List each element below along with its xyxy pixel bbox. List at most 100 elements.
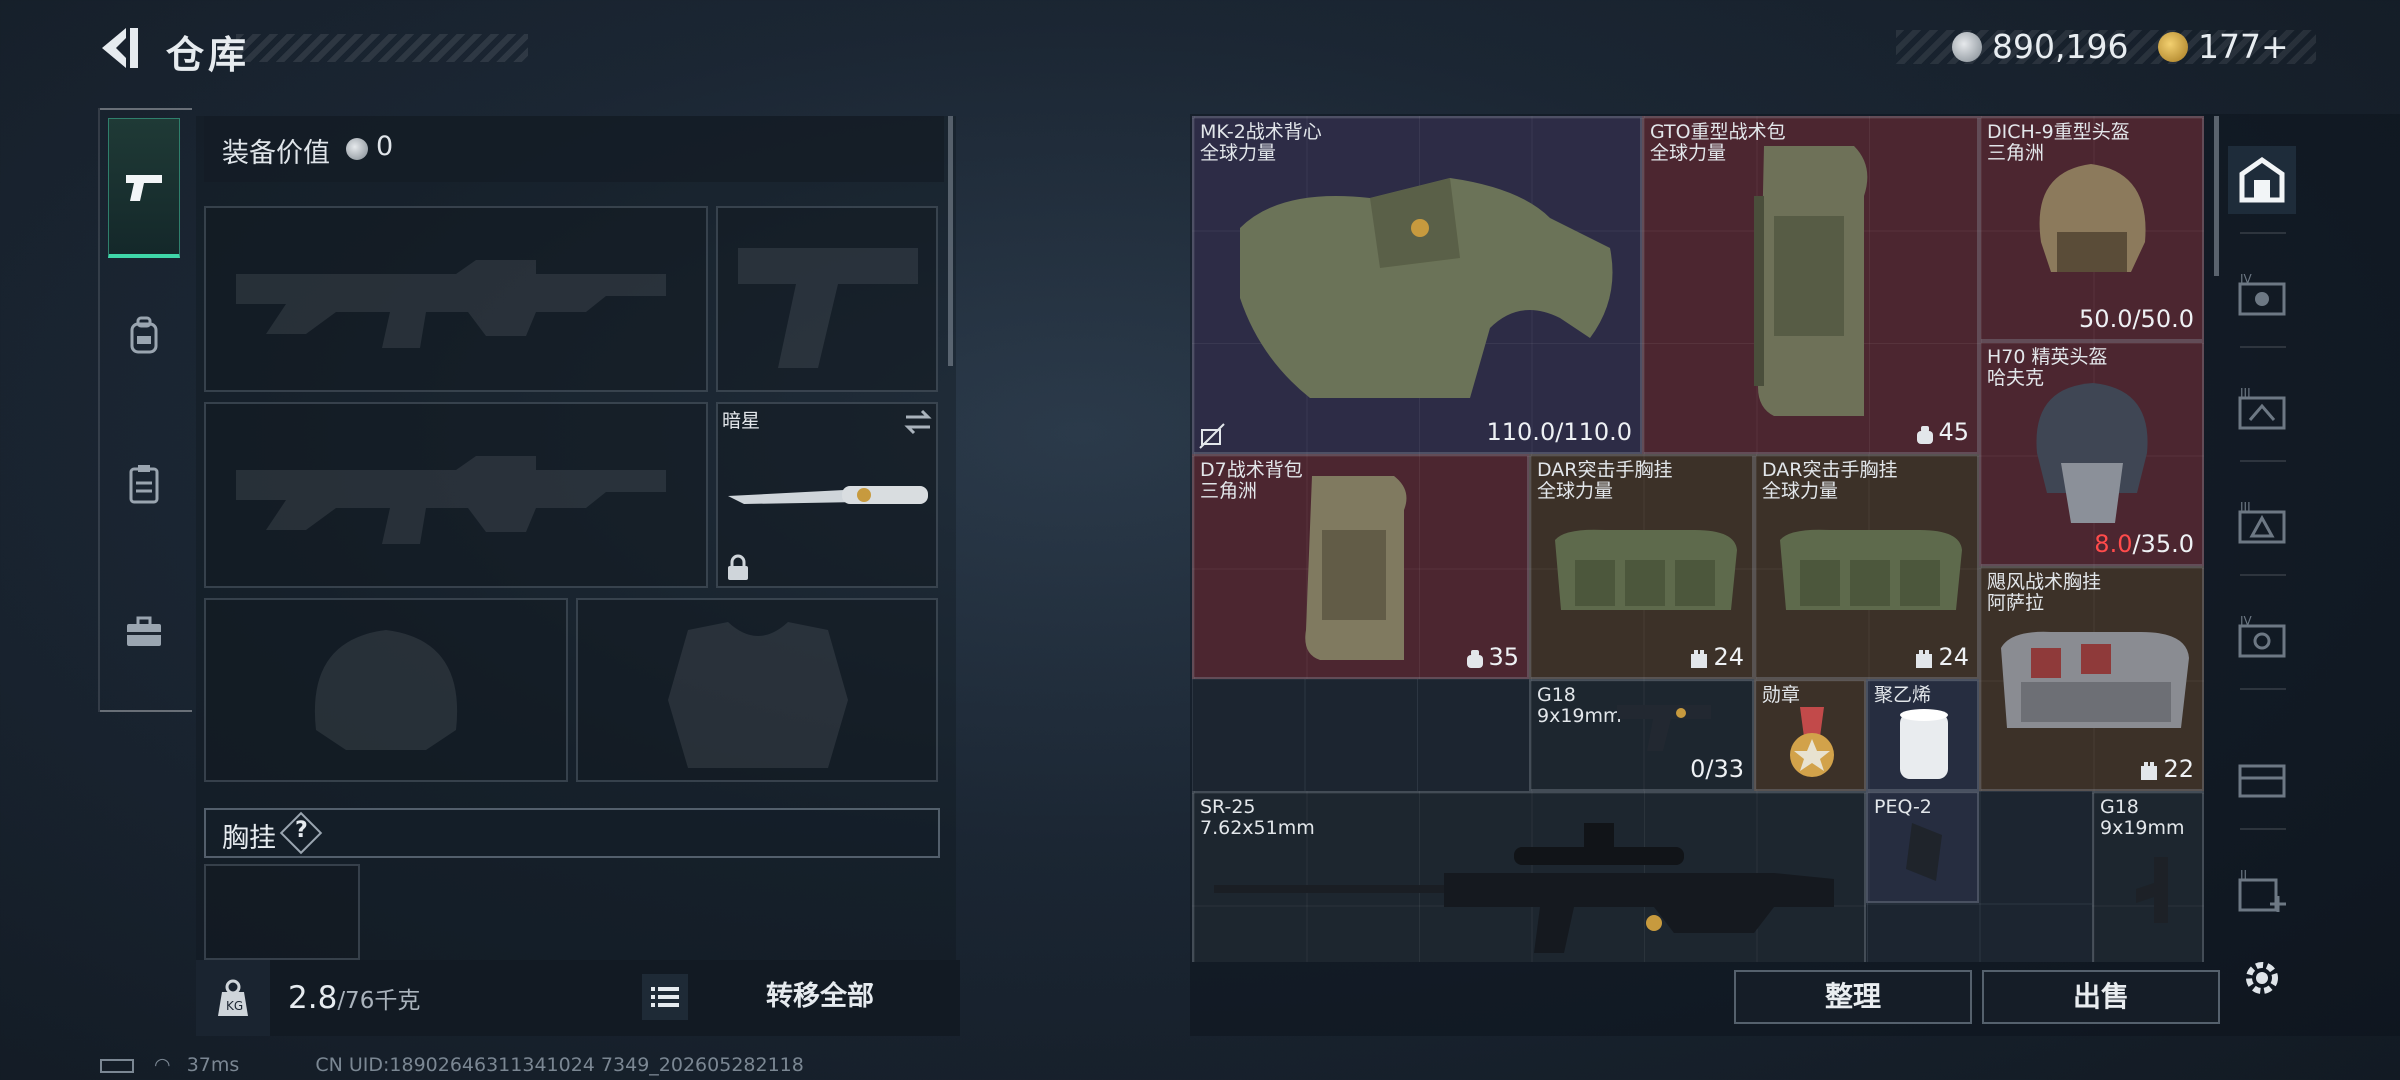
backpack-item-icon [1754, 146, 1868, 416]
grid-item-chest-rig[interactable]: DAR突击手胸挂 全球力量 24 [1754, 454, 1979, 679]
wifi-icon: ◠ [154, 1054, 171, 1076]
grid-item-vest[interactable]: MK-2战术背心 全球力量 110.0/110.0 [1192, 116, 1642, 454]
item-name: DAR突击手胸挂 [1762, 459, 1898, 481]
item-durability: 110.0/110.0 [1486, 418, 1633, 446]
chest-rig-label: 胸挂 [222, 823, 276, 854]
pistol-item-icon [1617, 705, 1711, 751]
storage-box-icon: IV [2238, 274, 2286, 316]
svg-text:IV: IV [2240, 274, 2253, 286]
sort-button[interactable]: 整理 [1734, 970, 1972, 1024]
storage-box-icon: IV [2238, 616, 2286, 658]
grid-item-backpack[interactable]: D7战术背包 三角洲 35 [1192, 454, 1529, 679]
back-arrow-icon [102, 28, 138, 68]
silver-coin-icon [1952, 32, 1982, 62]
rail-divider [2240, 574, 2286, 576]
transfer-all-button[interactable]: 转移全部 [730, 974, 910, 1020]
helmet-item-icon [2036, 383, 2148, 523]
list-view-button[interactable] [642, 974, 688, 1020]
silver-amount: 890,196 [1992, 27, 2129, 66]
equipment-value-label: 装备价值 [222, 138, 330, 169]
svg-text:III: III [2240, 388, 2251, 400]
item-capacity: 45 [1938, 418, 1969, 446]
item-source: 9x19mm [2100, 817, 2185, 839]
storage-box-icon: III [2238, 388, 2286, 430]
tab-case[interactable] [108, 562, 180, 702]
item-source: 全球力量 [1762, 480, 1839, 502]
item-durability: 50.0/50.0 [2079, 305, 2194, 333]
helmet-slot[interactable] [204, 598, 568, 782]
capacity-icon [1691, 650, 1707, 668]
melee-item-name: 暗星 [722, 410, 761, 432]
item-ammo: 0/33 [1690, 755, 1744, 783]
swap-icon[interactable] [902, 408, 934, 436]
item-source: 全球力量 [1537, 480, 1614, 502]
gold-amount[interactable]: 177+ [2198, 27, 2289, 66]
sell-button[interactable]: 出售 [1982, 970, 2220, 1024]
chest-rig-slot[interactable] [204, 864, 360, 960]
helmet-silhouette-icon [314, 630, 458, 750]
item-name: MK-2战术背心 [1200, 121, 1322, 143]
value-coin-icon [346, 138, 368, 160]
chest-rig-item-icon [1555, 529, 1737, 610]
armor-slot[interactable] [576, 598, 938, 782]
settings-button[interactable] [2228, 944, 2296, 1012]
item-source: 阿萨拉 [1987, 592, 2045, 614]
grid-item-medal[interactable]: 勋章 [1754, 679, 1866, 791]
clipboard-icon [129, 465, 159, 504]
category-warehouse-3b[interactable]: III [2228, 490, 2296, 558]
status-bar: ◠ 37ms CN UID:18902646311341024 7349_202… [100, 1054, 804, 1076]
grid-item-rifle[interactable]: SR-25 7.62x51mm [1192, 791, 1866, 962]
backpack-item-icon [1305, 476, 1407, 660]
grid-item-laser-module[interactable]: PEQ-2 [1866, 791, 1979, 903]
category-warehouse-4b[interactable]: IV [2228, 604, 2296, 672]
back-button[interactable] [96, 22, 144, 74]
item-name: DAR突击手胸挂 [1537, 459, 1673, 481]
add-storage-icon: II [2238, 870, 2286, 912]
grid-item-helmet-dich9[interactable]: DICH-9重型头盔 三角洲 50.0/50.0 [1979, 116, 2204, 341]
category-warehouse-4[interactable]: IV [2228, 262, 2296, 330]
grid-item-polyethylene[interactable]: 聚乙烯 [1866, 679, 1979, 791]
pistol-icon [126, 174, 162, 201]
item-capacity: 22 [2163, 755, 2194, 783]
medal-icon [1790, 707, 1834, 777]
primary-weapon-slot[interactable] [204, 206, 708, 392]
grid-item-chest-rig[interactable]: 飓风战术胸挂 阿萨拉 22 [1979, 566, 2204, 791]
melee-slot[interactable]: 暗星 [716, 402, 938, 588]
laser-module-icon [1906, 823, 1942, 881]
grid-item-helmet-h70[interactable]: H70 精英头盔 哈夫克 8.0/35.0 [1979, 341, 2204, 566]
right-scrollbar[interactable] [2214, 116, 2219, 276]
item-durability-current: 8.0 [2094, 530, 2133, 558]
tab-chest-rig[interactable] [108, 414, 180, 554]
lock-icon [728, 554, 748, 580]
gear-icon [2246, 962, 2278, 994]
secondary-weapon-slot[interactable] [204, 402, 708, 588]
category-container[interactable] [2228, 744, 2296, 812]
category-all[interactable] [2228, 146, 2296, 214]
grid-item-pistol[interactable]: G18 9x19mm [2092, 791, 2204, 962]
item-name: 聚乙烯 [1874, 684, 1932, 706]
rifle-silhouette-icon [236, 260, 666, 348]
category-add-warehouse[interactable]: II [2228, 858, 2296, 926]
sidearm-slot[interactable] [716, 206, 938, 392]
item-capacity: 24 [1713, 643, 1744, 671]
pistol-silhouette-icon [738, 248, 918, 368]
grid-item-backpack[interactable]: GTO重型战术包 全球力量 45 [1642, 116, 1979, 454]
left-scrollbar[interactable] [948, 116, 953, 366]
battery-icon [100, 1058, 134, 1073]
backpack-icon [130, 316, 158, 354]
capacity-icon [1917, 426, 1933, 444]
grid-item-pistol[interactable]: G18 9x19mm 0/33 [1529, 679, 1754, 791]
grid-item-chest-rig[interactable]: DAR突击手胸挂 全球力量 24 [1529, 454, 1754, 679]
category-warehouse-3[interactable]: III [2228, 376, 2296, 444]
chest-rig-item-icon [2001, 631, 2189, 728]
capacity-icon [1467, 650, 1483, 668]
svg-text:IV: IV [2240, 616, 2253, 628]
pistol-item-icon [2136, 857, 2168, 923]
item-name: PEQ-2 [1874, 796, 1932, 818]
chest-rig-item-icon [1780, 529, 1962, 610]
svg-text:II: II [2240, 870, 2247, 882]
tab-weapons[interactable] [108, 118, 180, 258]
warehouse-grid: MK-2战术背心 全球力量 110.0/110.0 GTO重型战术包 全球力量 45… [1192, 116, 2204, 962]
tab-backpack[interactable] [108, 266, 180, 406]
rail-divider [2240, 232, 2286, 234]
